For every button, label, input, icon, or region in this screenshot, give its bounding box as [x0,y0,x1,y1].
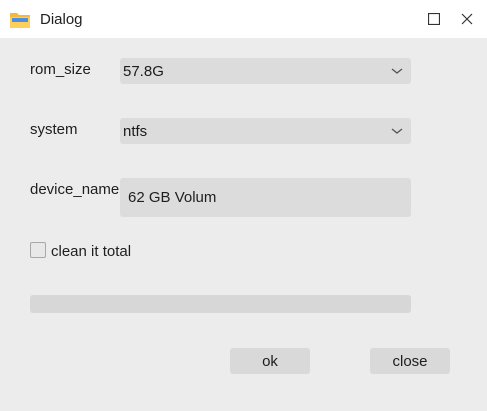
rom-size-label: rom_size [30,61,91,78]
device-name-label: device_name [30,181,120,198]
system-value: ntfs [123,123,148,140]
close-button[interactable]: close [370,348,450,374]
progress-bar [30,295,411,313]
chevron-down-icon [391,128,403,134]
chevron-down-icon [391,68,403,74]
window-title: Dialog [40,11,83,28]
title-bar: Dialog [0,0,487,38]
clean-total-checkbox[interactable] [30,242,46,258]
system-label: system [30,121,78,138]
close-icon [461,13,473,25]
maximize-button[interactable] [419,6,449,32]
maximize-icon [428,13,440,25]
device-name-input[interactable] [120,178,411,217]
close-window-button[interactable] [452,6,482,32]
ok-button[interactable]: ok [230,348,310,374]
clean-total-label[interactable]: clean it total [51,243,131,260]
system-select[interactable]: ntfs [120,118,411,144]
folder-icon [9,10,31,30]
rom-size-select[interactable]: 57.8G [120,58,411,84]
rom-size-value: 57.8G [123,63,164,80]
